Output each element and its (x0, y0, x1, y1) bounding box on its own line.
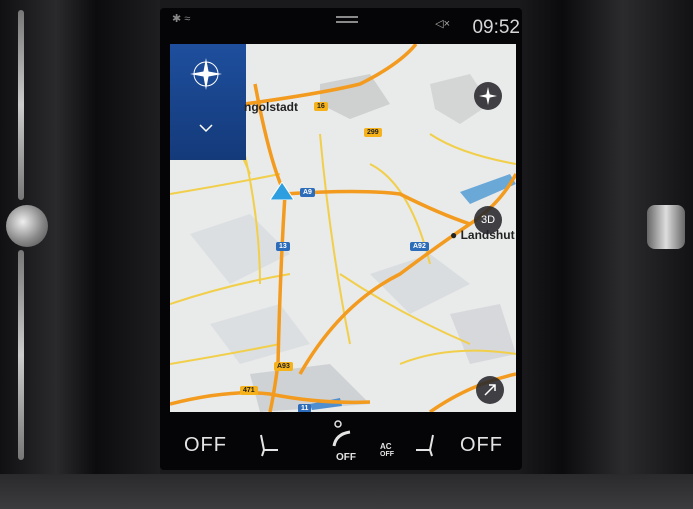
pull-down-handle[interactable] (336, 16, 358, 18)
compass-rose-icon (190, 58, 222, 90)
clock: 09:52 (472, 17, 520, 38)
road-badge: 471 (240, 386, 258, 395)
status-bar: ✱ ≈ ◁× 09:52 (160, 8, 522, 44)
navigation-map[interactable]: ngolstadt ● Landshut 16 299 A9 A92 13 A9… (170, 44, 516, 412)
view-3d-button[interactable]: 3D (474, 206, 502, 234)
fan-icon[interactable] (330, 418, 356, 450)
road-badge: A9 (300, 188, 315, 197)
air-vent-slat (18, 10, 24, 200)
road-badge: A92 (410, 242, 429, 251)
expand-map-button[interactable] (476, 376, 504, 404)
compass-icon (479, 87, 497, 105)
left-temperature-button[interactable]: OFF (184, 434, 227, 457)
road-badge: 13 (276, 242, 290, 251)
right-dashboard-bezel (518, 0, 693, 509)
compass-orientation-button[interactable] (474, 82, 502, 110)
bluetooth-icon: ✱ ≈ (172, 13, 191, 25)
city-label-ingolstadt: ngolstadt (244, 100, 298, 114)
ac-status: OFF (380, 451, 394, 458)
road-badge: 16 (314, 102, 328, 111)
right-temperature-button[interactable]: OFF (460, 434, 503, 457)
road-badge: 299 (364, 128, 382, 137)
chevron-down-icon[interactable] (198, 120, 214, 136)
air-vent-slat (18, 250, 24, 460)
ac-label[interactable]: AC (380, 442, 392, 451)
left-dashboard-bezel (0, 0, 160, 509)
mute-icon: ◁× (435, 18, 450, 30)
infotainment-screen: ✱ ≈ ◁× 09:52 ngolstadt ● Landshut 16 299… (160, 8, 522, 470)
fan-status: OFF (336, 452, 356, 463)
right-seat-heater-icon[interactable] (412, 432, 438, 458)
left-seat-heater-icon[interactable] (256, 432, 282, 458)
dashboard-trim (0, 474, 693, 509)
compass-panel[interactable] (170, 44, 246, 160)
vehicle-position-icon (270, 182, 294, 200)
road-badge: A93 (274, 362, 293, 371)
vent-control-knob (6, 205, 48, 247)
road-badge: 11 (298, 404, 312, 412)
climate-bar: OFF OFF AC OFF OFF (160, 412, 522, 470)
vent-control-knob (647, 205, 685, 249)
expand-icon (484, 384, 496, 396)
